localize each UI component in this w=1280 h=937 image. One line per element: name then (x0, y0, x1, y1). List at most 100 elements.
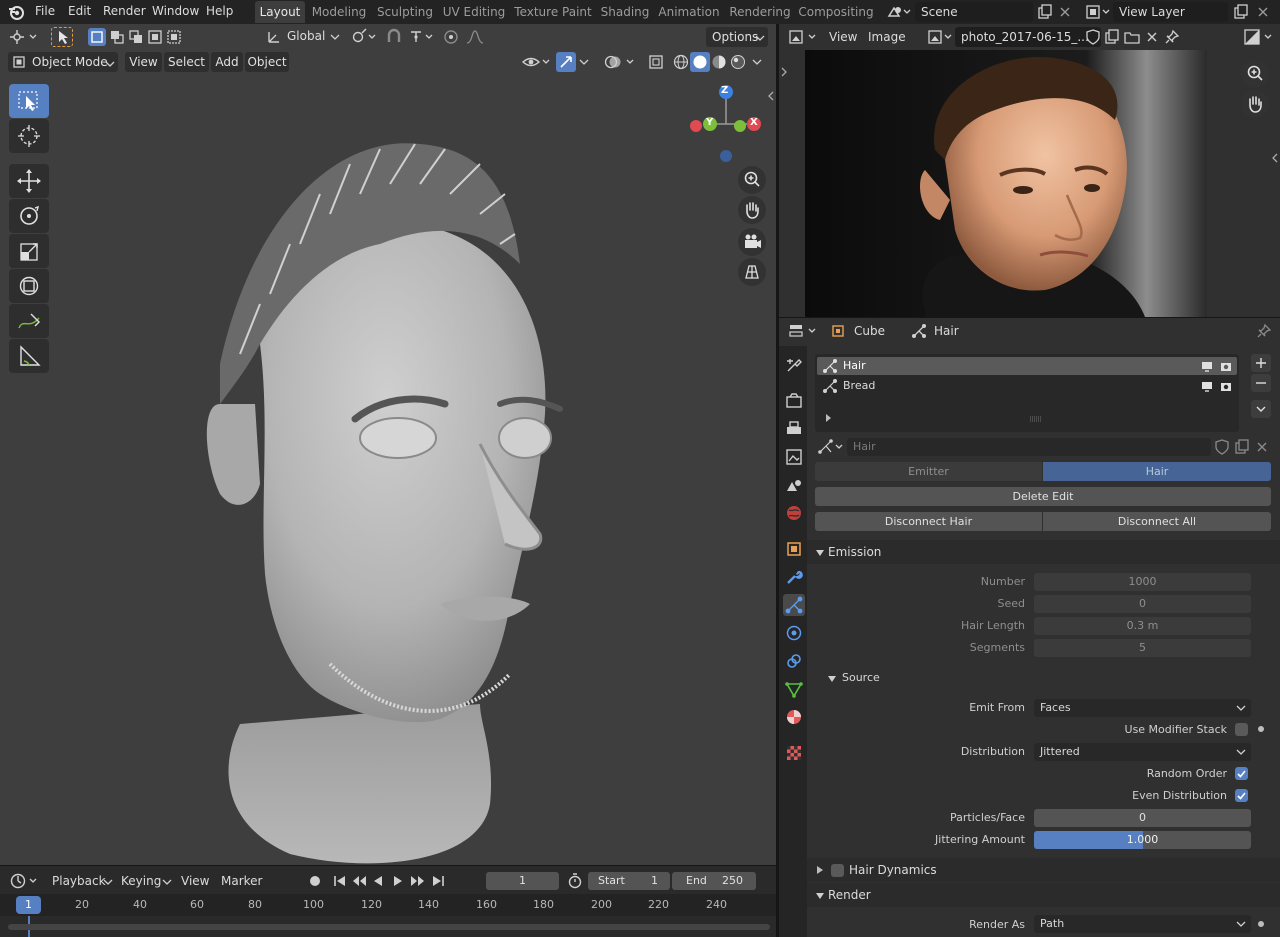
record-icon[interactable] (306, 872, 324, 890)
tab-modeling[interactable]: Modeling (308, 1, 370, 23)
number-field[interactable]: 1000 (1034, 573, 1251, 591)
snap-target-icon[interactable] (407, 27, 437, 47)
remove-particle-system-button[interactable] (1251, 374, 1271, 392)
measure-tool[interactable] (9, 339, 49, 373)
pan-hand-icon[interactable] (738, 196, 766, 224)
navigation-gizmo[interactable]: Z X Y (688, 84, 764, 168)
chevron-down-icon[interactable] (827, 674, 837, 684)
select-mode-intersect-icon[interactable] (165, 28, 183, 46)
menu-playback[interactable]: Playback (52, 874, 106, 888)
tab-world-icon[interactable] (783, 502, 805, 524)
use-modifier-stack-checkbox[interactable] (1235, 723, 1248, 736)
emission-panel-header[interactable]: Emission (807, 540, 1280, 564)
list-menu-button[interactable] (1251, 400, 1271, 418)
monitor-icon[interactable] (1200, 359, 1214, 373)
select-mode-subtract-icon[interactable] (127, 28, 145, 46)
sidebar-toggle-icon[interactable] (766, 90, 776, 102)
delete-edit-button[interactable]: Delete Edit (815, 487, 1271, 506)
open-folder-icon[interactable] (1123, 28, 1141, 46)
snap-icon[interactable] (384, 27, 404, 47)
scene-selector-icon[interactable] (886, 2, 912, 22)
view-layer-field[interactable]: View Layer (1113, 2, 1228, 22)
menu-object[interactable]: Object (245, 52, 289, 72)
menu-view[interactable]: View (181, 874, 209, 888)
monitor-icon[interactable] (1200, 379, 1214, 393)
menu-file[interactable]: File (35, 0, 55, 24)
current-frame-field[interactable]: 1 (486, 872, 559, 890)
end-frame-field[interactable]: End 250 (672, 872, 756, 890)
move-tool[interactable] (9, 164, 49, 198)
select-mode-new-icon[interactable] (88, 28, 106, 46)
disconnect-hair-button[interactable]: Disconnect Hair (815, 512, 1042, 531)
start-frame-field[interactable]: Start 1 (588, 872, 670, 890)
camera-icon[interactable] (1219, 379, 1233, 393)
tab-output-icon[interactable] (783, 418, 805, 440)
transform-orientation-select[interactable]: Global (287, 29, 325, 43)
zoom-icon[interactable] (1241, 60, 1269, 88)
next-keyframe-icon[interactable] (409, 872, 427, 890)
editor-type-icon[interactable] (8, 27, 40, 47)
list-item[interactable]: Hair (817, 357, 1237, 375)
menu-help[interactable]: Help (206, 0, 233, 24)
overlays-icon[interactable] (602, 52, 638, 72)
image-browse-icon[interactable] (926, 27, 954, 47)
image-name-field[interactable]: photo_2017-06-15_... (955, 27, 1101, 47)
select-mode-extend-icon[interactable] (108, 28, 126, 46)
menu-image[interactable]: Image (868, 30, 906, 44)
tab-animation[interactable]: Animation (655, 1, 723, 23)
duplicate-scene-icon[interactable] (1036, 3, 1054, 21)
close-image-icon[interactable] (1143, 28, 1161, 46)
rotate-tool[interactable] (9, 199, 49, 233)
chevron-down-icon[interactable] (330, 32, 340, 42)
hair-dynamics-panel-header[interactable]: Hair Dynamics (807, 858, 1280, 882)
shading-wireframe-icon[interactable] (671, 52, 691, 72)
tab-object-icon[interactable] (783, 538, 805, 560)
reference-photo[interactable] (805, 50, 1207, 317)
distribution-select[interactable]: Jittered (1034, 743, 1251, 761)
cursor-tool[interactable] (9, 119, 49, 153)
tab-render-icon[interactable] (783, 390, 805, 412)
tab-compositing[interactable]: Compositing (797, 1, 875, 23)
pan-hand-icon[interactable] (1241, 90, 1269, 118)
particle-settings-browse-icon[interactable] (817, 438, 847, 456)
menu-marker[interactable]: Marker (221, 874, 262, 888)
menu-edit[interactable]: Edit (68, 0, 91, 24)
particle-settings-field[interactable]: Hair (847, 438, 1211, 456)
chevron-down-icon[interactable] (752, 57, 762, 67)
fake-user-shield-icon[interactable] (1213, 438, 1231, 456)
timeline[interactable]: Playback Keying View Marker 1 Start 1 En… (0, 866, 776, 937)
particle-system-list[interactable]: Hair Bread (815, 354, 1239, 432)
frame-ruler[interactable]: 20 40 60 80 100 120 140 160 180 200 220 … (0, 894, 776, 916)
proportional-edit-icon[interactable] (441, 27, 461, 47)
list-item[interactable]: Bread (817, 377, 1237, 395)
3d-viewport[interactable]: Global Options Object Mode View Select A… (0, 24, 776, 865)
tab-modifiers-icon[interactable] (783, 566, 805, 588)
tab-texture-icon[interactable] (783, 742, 805, 764)
jittering-amount-slider[interactable]: 1.000 (1034, 831, 1251, 849)
image-editor-toolbar-toggle-icon[interactable] (779, 66, 789, 78)
tab-tool-icon[interactable] (783, 354, 805, 376)
tab-view-layer-icon[interactable] (783, 446, 805, 468)
blender-logo-icon[interactable] (7, 3, 25, 21)
gizmo-toggle-icon[interactable] (556, 52, 576, 72)
image-editor-sidebar-toggle-icon[interactable] (1270, 152, 1280, 164)
scale-tool[interactable] (9, 234, 49, 268)
disconnect-all-button[interactable]: Disconnect All (1043, 512, 1271, 531)
select-box-tool-icon[interactable] (51, 27, 73, 47)
close-view-layer-icon[interactable] (1254, 3, 1272, 21)
properties-editor[interactable]: Cube Hair Hair Bread Hair Emitter Hair D… (779, 318, 1280, 937)
timeline-editor-type-icon[interactable] (8, 871, 40, 891)
perspective-grid-icon[interactable] (738, 258, 766, 286)
keyframe-dot-icon[interactable] (1258, 921, 1264, 927)
playhead[interactable]: 1 (16, 896, 41, 914)
tab-rendering[interactable]: Rendering (726, 1, 794, 23)
prev-keyframe-icon[interactable] (350, 872, 368, 890)
select-mode-invert-icon[interactable] (146, 28, 164, 46)
segments-field[interactable]: 5 (1034, 639, 1251, 657)
stopwatch-icon[interactable] (566, 872, 584, 890)
resize-grip-icon[interactable] (1029, 416, 1043, 422)
head-model[interactable] (180, 104, 600, 864)
tab-shading[interactable]: Shading (598, 1, 652, 23)
tab-particles-icon[interactable] (783, 594, 805, 616)
pin-icon[interactable] (1255, 322, 1273, 340)
